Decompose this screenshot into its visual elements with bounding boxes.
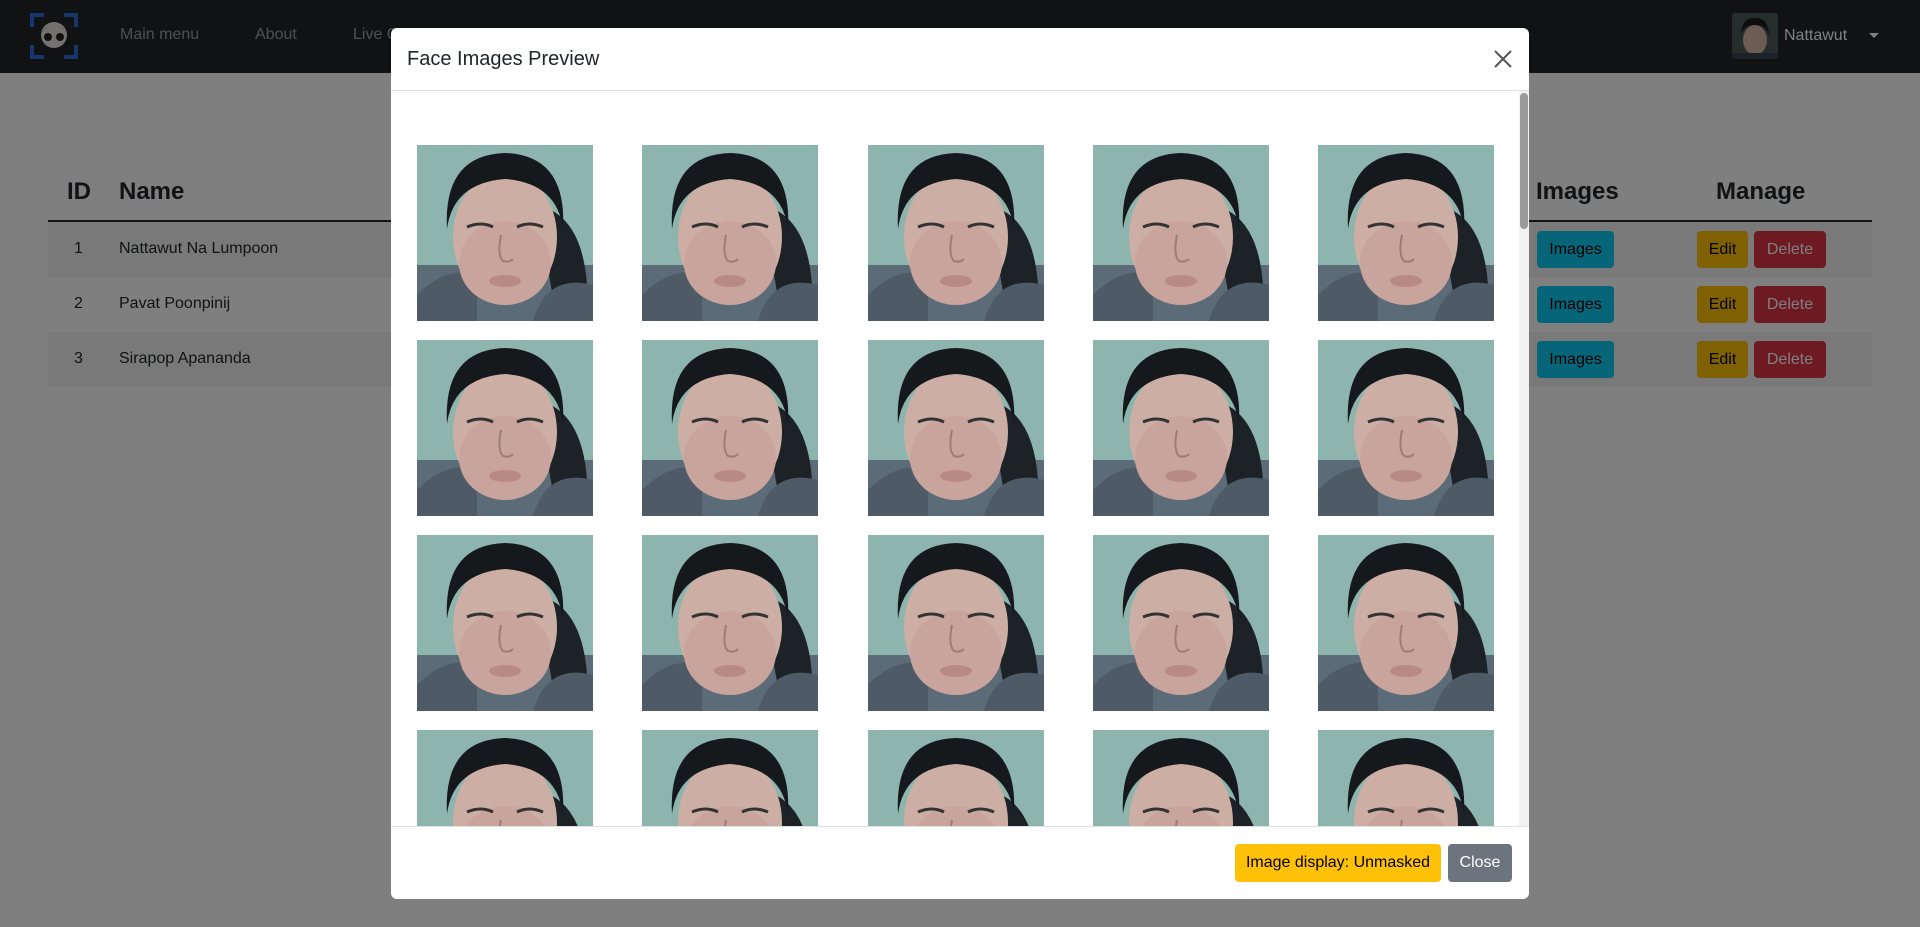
face-image-thumbnail — [868, 340, 1044, 516]
face-image-thumbnail — [642, 730, 818, 826]
modal-footer: Image display: Unmasked Close — [391, 826, 1529, 899]
face-images-grid — [391, 91, 1529, 826]
face-image-thumbnail — [1093, 145, 1269, 321]
face-image-thumbnail — [642, 340, 818, 516]
face-image-thumbnail — [1318, 730, 1494, 826]
face-image-thumbnail — [642, 145, 818, 321]
face-image-thumbnail — [417, 535, 593, 711]
face-image-thumbnail — [1318, 145, 1494, 321]
face-image-thumbnail — [417, 730, 593, 826]
face-image-thumbnail — [1093, 730, 1269, 826]
modal-scrollbar[interactable] — [1519, 91, 1529, 826]
face-image-thumbnail — [1093, 535, 1269, 711]
face-image-thumbnail — [868, 730, 1044, 826]
close-icon[interactable] — [1492, 48, 1514, 70]
face-image-thumbnail — [1093, 340, 1269, 516]
modal-title: Face Images Preview — [407, 48, 600, 70]
face-image-thumbnail — [868, 535, 1044, 711]
face-image-thumbnail — [1318, 535, 1494, 711]
modal-header: Face Images Preview — [391, 28, 1529, 91]
face-image-thumbnail — [417, 145, 593, 321]
image-display-toggle-button[interactable]: Image display: Unmasked — [1235, 844, 1441, 882]
face-image-thumbnail — [642, 535, 818, 711]
face-image-thumbnail — [1318, 340, 1494, 516]
face-image-thumbnail — [868, 145, 1044, 321]
face-image-thumbnail — [417, 340, 593, 516]
face-images-modal: Face Images Preview Image display: Unmas… — [391, 28, 1529, 899]
scrollbar-thumb[interactable] — [1520, 93, 1528, 229]
close-button[interactable]: Close — [1448, 844, 1512, 882]
